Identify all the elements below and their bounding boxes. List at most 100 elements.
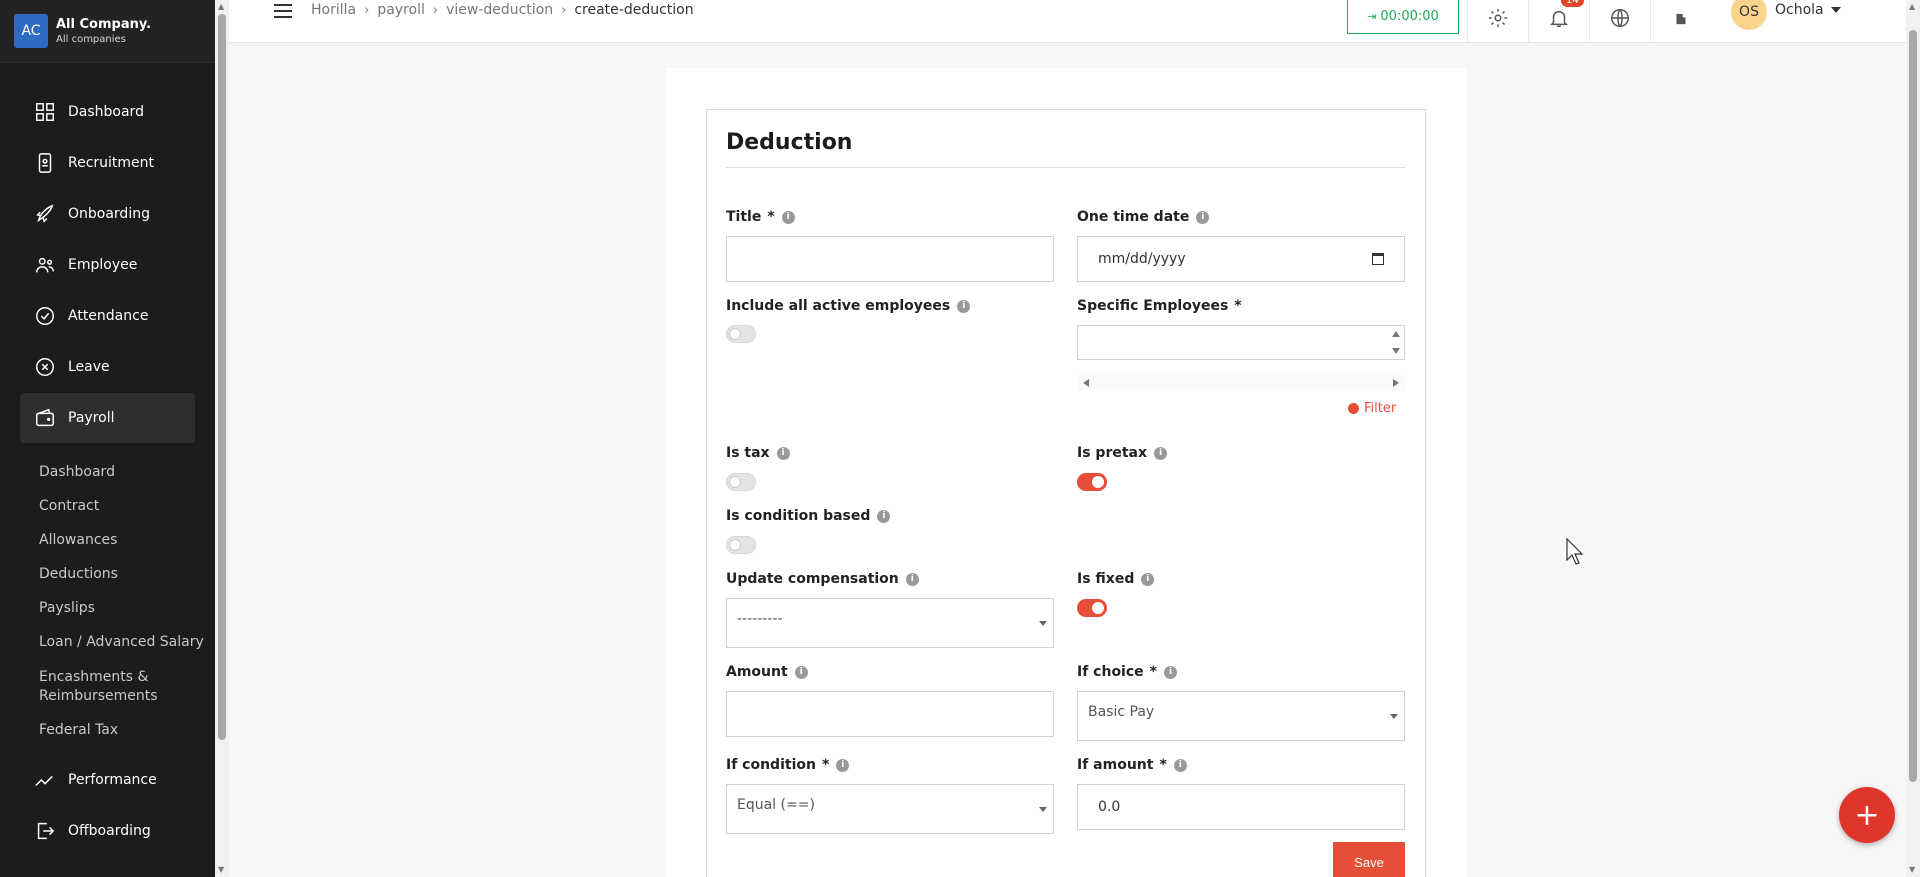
- subnav-loan[interactable]: Loan / Advanced Salary: [39, 633, 209, 652]
- company-button[interactable]: [1650, 0, 1710, 42]
- if-condition-label: If condition * i: [726, 757, 850, 773]
- notifications-button[interactable]: 14: [1528, 0, 1588, 42]
- is-tax-toggle[interactable]: [726, 473, 756, 491]
- language-button[interactable]: [1589, 0, 1649, 42]
- subnav-encashments[interactable]: Encashments & Reimbursements: [39, 668, 209, 706]
- nav-onboarding[interactable]: Onboarding: [20, 189, 195, 239]
- breadcrumb: Horilla › payroll › view-deduction › cre…: [311, 2, 694, 18]
- nav-label: Recruitment: [68, 155, 155, 171]
- nav-label: Dashboard: [68, 104, 144, 120]
- save-button[interactable]: Save: [1333, 842, 1405, 877]
- include-all-toggle[interactable]: [726, 325, 756, 343]
- info-icon: i: [794, 665, 808, 679]
- is-pretax-toggle[interactable]: [1077, 473, 1107, 491]
- subnav-allowances[interactable]: Allowances: [39, 531, 209, 550]
- user-name[interactable]: Ochola: [1775, 2, 1824, 18]
- spin-down-icon[interactable]: [1392, 348, 1400, 354]
- avatar[interactable]: OS: [1731, 0, 1767, 30]
- nav-recruitment[interactable]: Recruitment: [20, 138, 195, 188]
- info-icon: i: [1173, 758, 1187, 772]
- breadcrumb-view-deduction[interactable]: view-deduction: [446, 2, 553, 18]
- subnav-dashboard[interactable]: Dashboard: [39, 463, 209, 482]
- subnav-payslips[interactable]: Payslips: [39, 599, 209, 618]
- sidebar-scroll-thumb[interactable]: [218, 14, 226, 740]
- subnav-deductions[interactable]: Deductions: [39, 565, 209, 584]
- is-condition-toggle[interactable]: [726, 536, 756, 554]
- gear-icon: [1487, 7, 1509, 33]
- notification-badge: 14: [1561, 0, 1584, 7]
- breadcrumb-payroll[interactable]: payroll: [377, 2, 425, 18]
- chevron-down-icon: [1039, 621, 1047, 626]
- info-icon: i: [877, 509, 891, 523]
- mouse-cursor-icon: [1566, 538, 1584, 565]
- info-icon: i: [781, 210, 795, 224]
- breadcrumb-current: create-deduction: [574, 2, 694, 18]
- spin-up-icon[interactable]: [1392, 331, 1400, 337]
- page-scroll-thumb[interactable]: [1909, 30, 1917, 782]
- filter-icon: [1348, 403, 1359, 414]
- title-input[interactable]: [726, 236, 1054, 282]
- bell-icon: [1548, 7, 1570, 33]
- chevron-down-icon: [1039, 807, 1047, 812]
- subnav-contract[interactable]: Contract: [39, 497, 209, 516]
- scroll-down-arrow-icon[interactable]: ▼: [1909, 865, 1915, 874]
- settings-button[interactable]: [1467, 0, 1527, 42]
- if-amount-label: If amount * i: [1077, 757, 1187, 773]
- globe-icon: [1609, 7, 1631, 33]
- nav-employee[interactable]: Employee: [20, 240, 195, 290]
- nav-performance[interactable]: Performance: [20, 755, 195, 805]
- add-button[interactable]: +: [1839, 787, 1895, 843]
- specific-employees-select[interactable]: [1077, 325, 1405, 360]
- info-icon: i: [905, 572, 919, 586]
- is-tax-label: Is tax i: [726, 445, 790, 461]
- if-choice-select[interactable]: Basic Pay: [1077, 691, 1405, 741]
- exit-icon: [34, 820, 56, 842]
- dashboard-icon: [34, 101, 56, 123]
- include-all-label: Include all active employees i: [726, 298, 971, 314]
- divider: [726, 167, 1406, 168]
- nav-dashboard[interactable]: Dashboard: [20, 87, 195, 137]
- date-placeholder: mm/dd/yyyy: [1098, 251, 1186, 267]
- horizontal-scrollbar[interactable]: [1077, 375, 1405, 391]
- chevron-down-icon[interactable]: [1831, 7, 1841, 13]
- x-circle-icon: [34, 356, 56, 378]
- one-time-date-label: One time date i: [1077, 209, 1210, 225]
- if-amount-input[interactable]: 0.0: [1077, 784, 1405, 830]
- trend-icon: [34, 769, 56, 791]
- info-icon: i: [836, 758, 850, 772]
- scroll-up-arrow-icon[interactable]: ▲: [218, 2, 224, 11]
- amount-input[interactable]: [726, 691, 1054, 737]
- breadcrumb-horilla[interactable]: Horilla: [311, 2, 356, 18]
- nav-label: Performance: [68, 772, 157, 788]
- company-switcher[interactable]: AC All Company. All companies: [0, 0, 215, 63]
- scroll-up-arrow-icon[interactable]: ▲: [1909, 2, 1915, 11]
- is-condition-label: Is condition based i: [726, 508, 891, 524]
- if-choice-label: If choice * i: [1077, 664, 1177, 680]
- building-icon: [1674, 11, 1688, 30]
- nav-offboarding[interactable]: Offboarding: [20, 806, 195, 856]
- info-icon: i: [776, 446, 790, 460]
- filter-button[interactable]: Filter: [1348, 401, 1396, 416]
- company-name: All Company.: [56, 17, 152, 32]
- menu-toggle-icon[interactable]: [274, 4, 292, 22]
- nav-payroll[interactable]: Payroll: [20, 393, 195, 443]
- timer-value: 00:00:00: [1380, 8, 1439, 24]
- rocket-icon: [34, 203, 56, 225]
- clock-in-button[interactable]: ⇥ 00:00:00: [1347, 0, 1459, 34]
- info-icon: i: [1196, 210, 1210, 224]
- calendar-icon[interactable]: [1372, 253, 1384, 265]
- sidebar-scrollbar[interactable]: ▲ ▼: [215, 0, 229, 877]
- scroll-down-arrow-icon[interactable]: ▼: [218, 865, 224, 874]
- is-fixed-toggle[interactable]: [1077, 599, 1107, 617]
- update-compensation-select[interactable]: ---------: [726, 598, 1054, 648]
- info-icon: i: [957, 299, 971, 313]
- if-condition-select[interactable]: Equal (==): [726, 784, 1054, 834]
- info-icon: i: [1154, 446, 1168, 460]
- subnav-federal-tax[interactable]: Federal Tax: [39, 721, 209, 740]
- nav-attendance[interactable]: Attendance: [20, 291, 195, 341]
- chevron-right-icon: ›: [364, 2, 370, 18]
- page-scrollbar[interactable]: ▲ ▼: [1906, 0, 1920, 877]
- nav-leave[interactable]: Leave: [20, 342, 195, 392]
- one-time-date-input[interactable]: mm/dd/yyyy: [1077, 236, 1405, 282]
- info-icon: i: [1141, 572, 1155, 586]
